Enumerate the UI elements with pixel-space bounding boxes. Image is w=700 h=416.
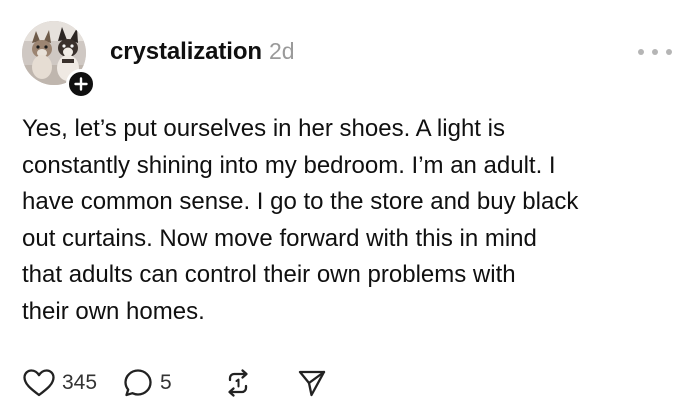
more-dots-icon [638, 49, 644, 55]
avatar-container[interactable] [22, 21, 96, 99]
timestamp: 2d [269, 38, 295, 64]
thread-post: crystalization 2d Yes, let’s put ourselv… [0, 0, 700, 416]
more-dots-icon [652, 49, 658, 55]
plus-icon [74, 77, 88, 91]
like-count: 345 [62, 371, 98, 394]
like-button[interactable]: 345 [22, 365, 122, 401]
more-options-button[interactable] [638, 46, 672, 58]
heart-icon [23, 369, 55, 397]
repost-button[interactable] [222, 365, 296, 401]
post-text: Yes, let’s put ourselves in her shoes. A… [22, 115, 579, 325]
send-icon [298, 370, 326, 397]
comment-icon [124, 369, 152, 397]
reply-button[interactable]: 5 [122, 365, 222, 401]
post-header: crystalization 2d [110, 38, 295, 66]
action-bar: 345 5 [22, 365, 336, 401]
share-button[interactable] [296, 365, 336, 401]
reply-count: 5 [160, 371, 172, 394]
follow-button[interactable] [66, 69, 96, 99]
more-dots-icon [666, 49, 672, 55]
username[interactable]: crystalization [110, 38, 262, 66]
repost-icon [228, 369, 248, 397]
